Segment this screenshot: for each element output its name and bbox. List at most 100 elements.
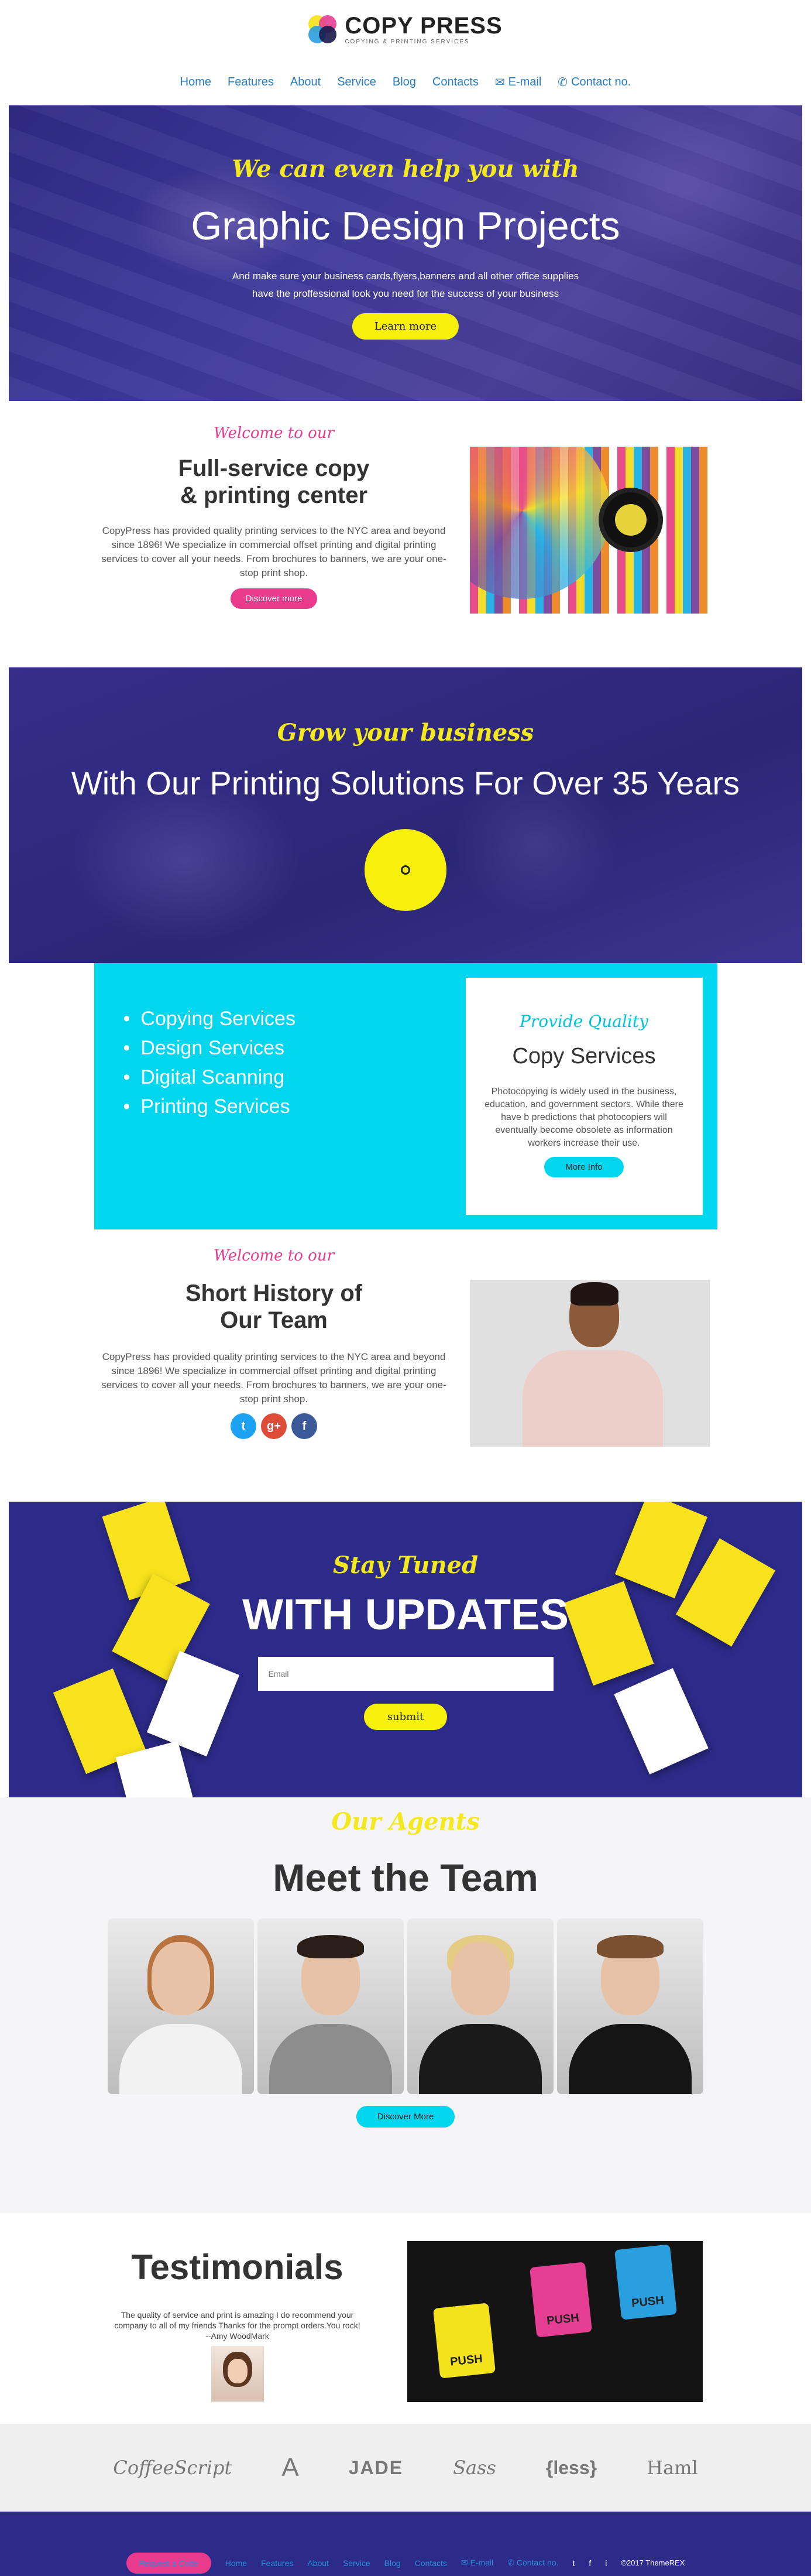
grow-banner: Grow your business With Our Printing Sol… [9,667,802,963]
discover-more-button[interactable]: Discover more [230,588,318,609]
welcome-section: Welcome to our Full-service copy & print… [0,401,811,667]
footer-instagram-icon[interactable]: i [605,2558,607,2568]
services-section: Copying Services Design Services Digital… [94,963,717,1229]
push-key-cyan: PUSH [614,2244,677,2320]
hero-line-1: And make sure your business cards,flyers… [232,270,579,282]
testimonials-title: Testimonials [131,2248,343,2287]
footer-link-home[interactable]: Home [225,2558,247,2568]
discover-more-team-button[interactable]: Discover More [356,2106,455,2128]
jade-logo: JADE [348,2457,404,2478]
hero-banner: We can even help you with Graphic Design… [9,105,802,401]
push-key-label: PUSH [630,2293,665,2310]
team-member-photo[interactable] [108,1919,254,2094]
nav-contact-no[interactable]: ✆ Contact no. [558,75,631,90]
play-icon [401,865,410,875]
nav-contacts[interactable]: Contacts [432,76,479,89]
more-info-button[interactable]: More Info [544,1157,624,1177]
history-kicker: Welcome to our [213,1247,335,1265]
quote-author: --Amy WoodMark [205,2331,269,2341]
team-grid [0,1919,811,2094]
request-code-button[interactable]: Request a Code [126,2552,211,2574]
nav-email[interactable]: ✉ E-mail [495,75,541,90]
tuned-title: WITH UPDATES [242,1590,569,1639]
card-title: Copy Services [512,1044,656,1068]
footer-link-features[interactable]: Features [261,2558,293,2568]
push-key-magenta: PUSH [529,2262,592,2338]
less-logo: {less} [545,2457,597,2478]
hero-title: Graphic Design Projects [191,204,620,248]
team-member-photo[interactable] [557,1919,703,2094]
twitter-icon[interactable]: t [231,1413,256,1439]
nav-blog[interactable]: Blog [393,76,416,89]
history-title: Short History of Our Team [101,1280,446,1334]
team-member-photo[interactable] [407,1919,554,2094]
play-video-button[interactable] [365,829,446,911]
tech-logos-strip: CoffeeScript A JADE Sass {less} Haml [0,2424,811,2512]
footer-link-service[interactable]: Service [343,2558,370,2568]
welcome-title: Full-service copy & printing center [101,455,446,509]
google-plus-icon[interactable]: g+ [261,1413,287,1439]
site-header: COPY PRESS COPYING & PRINTING SERVICES [0,0,811,59]
grow-title: With Our Printing Solutions For Over 35 … [71,765,740,801]
card-body: Photocopying is widely used in the busin… [484,1087,683,1148]
email-field[interactable] [257,1657,554,1691]
team-portrait-image [470,1280,710,1447]
phone-icon: ✆ [507,2558,517,2567]
footer-contact-label: Contact no. [516,2558,559,2567]
envelope-icon: ✉ [461,2558,470,2567]
service-item-printing: Printing Services [123,1092,295,1121]
team-member-photo[interactable] [257,1919,404,2094]
service-item-copying: Copying Services [123,1004,295,1033]
history-title-line-2: Our Team [220,1307,328,1333]
color-swatch-image [470,447,710,614]
footer-twitter-icon[interactable]: t [572,2558,575,2568]
tuned-kicker: Stay Tuned [332,1551,479,1579]
coffeescript-logo: CoffeeScript [113,2457,232,2479]
logo[interactable]: COPY PRESS COPYING & PRINTING SERVICES [308,14,502,45]
avatar [211,2346,264,2402]
footer-link-blog[interactable]: Blog [384,2558,401,2568]
printer-buttons-image: PUSH PUSH PUSH [407,2241,703,2402]
footer-contact-link[interactable]: ✆ Contact no. [507,2558,558,2568]
newsletter-section: Stay Tuned WITH UPDATES submit [9,1502,802,1797]
push-key-label: PUSH [449,2352,483,2369]
submit-button[interactable]: submit [364,1704,447,1730]
copy-services-card: Provide Quality Copy Services Photocopyi… [465,978,703,1215]
copyright: ©2017 ThemeREX [621,2558,685,2567]
site-footer: Request a Code Home Features About Servi… [0,2512,811,2576]
nav-about[interactable]: About [290,76,321,89]
testimonial-quote: The quality of service and print is amaz… [109,2310,366,2341]
agents-section: Our Agents Meet the Team Discover More [0,1797,811,2213]
angular-logo: A [281,2453,299,2482]
phone-icon: ✆ [558,76,568,89]
services-list: Copying Services Design Services Digital… [123,1004,295,1121]
facebook-icon[interactable]: f [291,1413,317,1439]
envelope-icon: ✉ [494,76,505,89]
social-links: t g+ f [101,1413,446,1439]
sass-logo: Sass [453,2457,496,2479]
nav-features[interactable]: Features [228,76,274,89]
grow-kicker: Grow your business [277,719,534,746]
push-key-yellow: PUSH [432,2303,496,2379]
agents-kicker: Our Agents [331,1808,480,1835]
nav-contact-label: Contact no. [571,75,631,88]
haml-logo: Haml [647,2457,698,2479]
hero-kicker: We can even help you with [232,155,579,183]
welcome-title-line-2: & printing center [180,482,368,508]
nav-email-label: E-mail [508,75,542,88]
footer-email-link[interactable]: ✉ E-mail [461,2558,493,2568]
logo-tagline: COPYING & PRINTING SERVICES [345,38,470,45]
push-key-label: PUSH [545,2311,580,2328]
footer-facebook-icon[interactable]: f [589,2558,591,2568]
footer-link-about[interactable]: About [307,2558,329,2568]
footer-link-contacts[interactable]: Contacts [415,2558,447,2568]
welcome-title-line-1: Full-service copy [178,455,370,481]
learn-more-button[interactable]: Learn more [352,313,459,340]
logo-mark-icon [308,15,337,43]
welcome-body: CopyPress has provided quality printing … [101,525,446,578]
nav-home[interactable]: Home [180,76,211,89]
welcome-kicker: Welcome to our [213,424,335,442]
logo-name: COPY PRESS [345,12,503,39]
quote-text: The quality of service and print is amaz… [114,2310,360,2330]
nav-service[interactable]: Service [337,76,376,89]
